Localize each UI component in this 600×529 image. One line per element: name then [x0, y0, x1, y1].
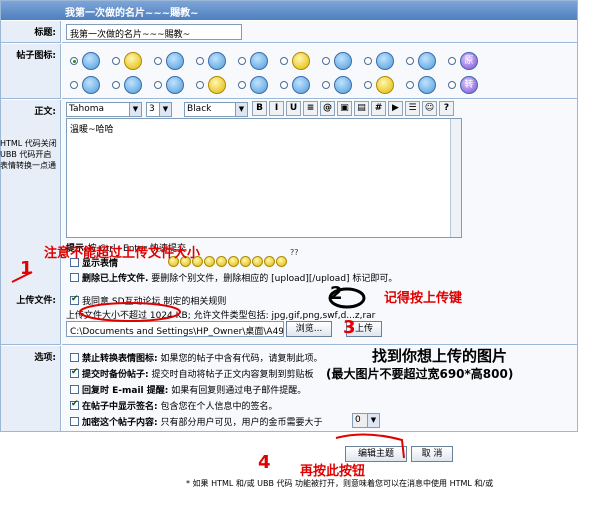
- annotation-mark-2: 2: [330, 283, 343, 304]
- annotation-step3: 找到你想上传的图片: [372, 347, 508, 365]
- annotation-layer: [11, 271, 405, 459]
- annotation-step2: 记得按上传键: [384, 291, 463, 306]
- annotation-mark-1: 1: [20, 258, 33, 279]
- annotation-step4: 再按此按钮: [300, 464, 366, 479]
- annotation-mark-4: 4: [258, 452, 271, 473]
- annotation-circle-1: [79, 302, 181, 322]
- annotation-step3-sub: (最大图片不要超过宽690*高800): [326, 367, 514, 381]
- annotation-mark-3: 3: [343, 317, 356, 338]
- annotation-circle-4: [335, 433, 405, 459]
- annotation-step1: 注意不能超过上传文件大小: [44, 246, 201, 261]
